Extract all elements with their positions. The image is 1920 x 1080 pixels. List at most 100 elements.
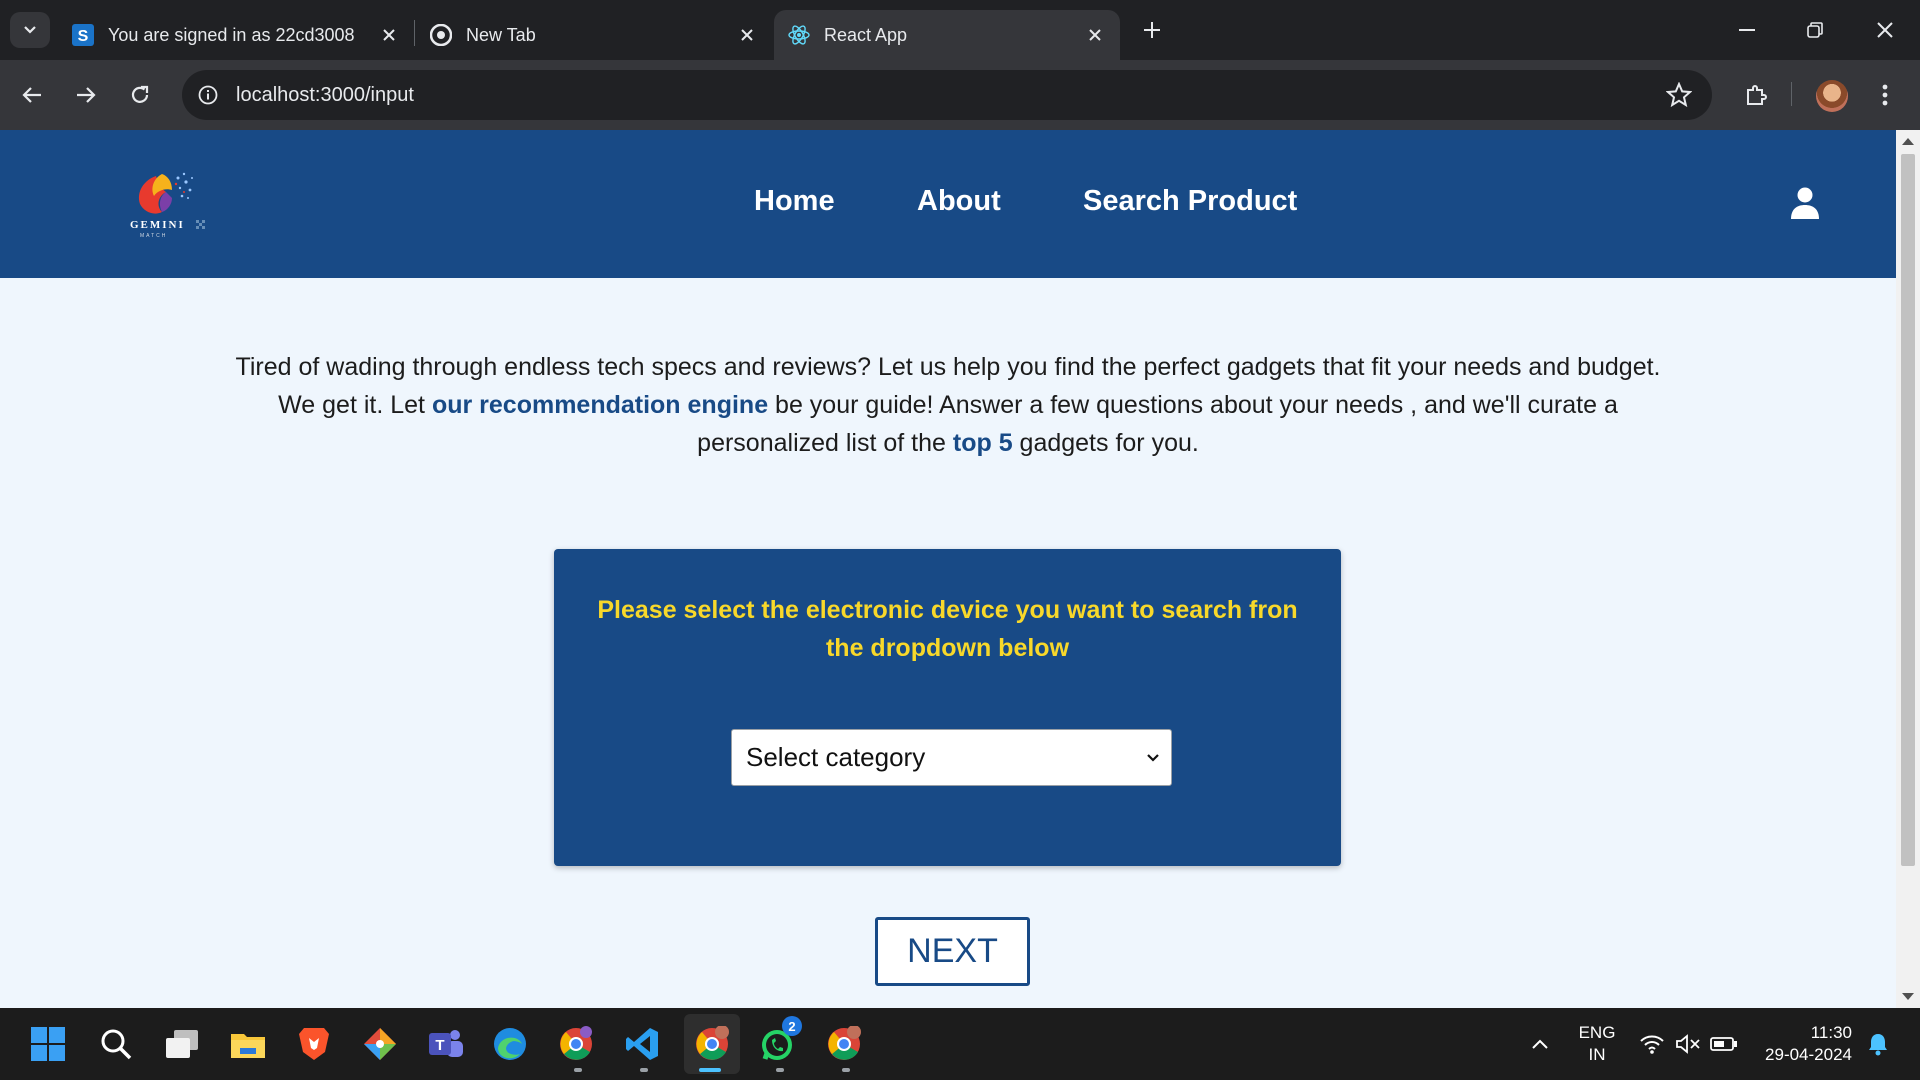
tab-title: You are signed in as 22cd3008 — [108, 24, 355, 45]
logo-subtext: MATCH — [140, 233, 167, 239]
chevron-up-icon[interactable] — [1520, 1024, 1560, 1064]
category-select-value: Select category — [746, 742, 926, 772]
vscode-icon[interactable] — [622, 1024, 662, 1064]
tab-title: New Tab — [466, 24, 536, 45]
category-card: Please select the electronic device you … — [554, 549, 1341, 866]
page-scrollbar[interactable] — [1896, 130, 1920, 1008]
browser-menu-button[interactable] — [1872, 77, 1898, 113]
nav-search-product[interactable]: Search Product — [1083, 185, 1297, 218]
profile-avatar[interactable] — [1816, 80, 1848, 112]
site-logo[interactable]: GEMINI MATCH — [126, 166, 216, 240]
react-favicon — [788, 24, 810, 46]
nav-home[interactable]: Home — [754, 185, 835, 218]
whatsapp-icon[interactable]: 2 — [758, 1016, 802, 1064]
clock-time: 11:30 — [1810, 1023, 1852, 1042]
puzzle-icon — [1747, 85, 1767, 105]
running-indicator — [776, 1068, 784, 1072]
reload-icon — [131, 85, 149, 103]
intro-text: be your guide! Answer a few questions ab… — [768, 391, 1618, 419]
task-view-icon[interactable] — [162, 1024, 202, 1064]
next-button[interactable]: NEXT — [875, 917, 1030, 986]
plus-icon — [1144, 22, 1160, 38]
notification-bell-icon[interactable] — [1858, 1024, 1898, 1064]
intro-highlight-engine: our recommendation engine — [431, 391, 769, 419]
close-window-button[interactable] — [1862, 12, 1908, 48]
whatsapp-badge: 2 — [782, 1016, 802, 1036]
teams-icon[interactable]: T — [426, 1024, 466, 1064]
svg-text:T: T — [435, 1037, 444, 1054]
chevron-down-icon — [1147, 754, 1159, 762]
reload-button[interactable] — [122, 77, 158, 113]
back-button[interactable] — [14, 77, 50, 113]
chrome-active-icon[interactable] — [692, 1024, 732, 1064]
tab-react-app[interactable]: React App — [774, 10, 1120, 60]
running-indicator — [842, 1068, 850, 1072]
category-select[interactable]: Select category — [731, 729, 1172, 786]
info-icon[interactable] — [196, 83, 220, 107]
clock[interactable]: 11:30 29-04-2024 — [1758, 1022, 1852, 1066]
arrow-left-icon — [22, 87, 41, 103]
chrome-favicon — [430, 24, 452, 46]
intro-line-3: personalized list of the top 5 gadgets f… — [180, 424, 1716, 462]
intro-text: personalized list of the — [697, 429, 953, 457]
tab-signed-in[interactable]: S You are signed in as 22cd3008 — [58, 10, 414, 60]
tab-search-button[interactable] — [10, 12, 50, 48]
search-icon[interactable] — [96, 1024, 136, 1064]
intro-line-1: Tired of wading through endless tech spe… — [235, 353, 1661, 381]
scroll-up-arrow-icon[interactable] — [1902, 138, 1914, 145]
tab-strip: S You are signed in as 22cd3008 New Tab … — [0, 0, 1920, 60]
forward-button[interactable] — [68, 77, 104, 113]
running-indicator — [640, 1068, 648, 1072]
toolbar-separator — [1791, 82, 1792, 106]
browser-toolbar: localhost:3000/input — [0, 60, 1920, 130]
arrow-right-icon — [77, 87, 96, 103]
tab-new-tab[interactable]: New Tab — [416, 10, 772, 60]
active-indicator — [699, 1068, 721, 1072]
site-header: GEMINI MATCH Home About Search Product — [0, 130, 1896, 278]
windows-start-icon[interactable] — [28, 1024, 68, 1064]
nav-about[interactable]: About — [917, 185, 1001, 218]
language-indicator[interactable]: ENG IN — [1574, 1022, 1620, 1066]
brave-browser-icon[interactable] — [294, 1024, 334, 1064]
wifi-icon[interactable] — [1632, 1024, 1672, 1064]
new-tab-button[interactable] — [1136, 14, 1168, 46]
chrome-profile-icon[interactable] — [556, 1024, 596, 1064]
minimize-icon — [1739, 29, 1755, 31]
card-prompt: Please select the electronic device you … — [597, 596, 1298, 662]
minimize-button[interactable] — [1724, 12, 1770, 48]
user-icon[interactable] — [1790, 187, 1820, 219]
logo-text: GEMINI — [130, 219, 185, 231]
extensions-button[interactable] — [1738, 77, 1774, 113]
close-icon — [1877, 22, 1893, 38]
close-icon[interactable] — [736, 24, 758, 46]
intro-text: We get it. Let — [278, 391, 432, 419]
git-tool-icon[interactable] — [360, 1024, 400, 1064]
intro-highlight-top5: top 5 — [952, 429, 1013, 457]
more-vertical-icon — [1882, 84, 1888, 106]
chrome-profile-2-icon[interactable] — [824, 1024, 864, 1064]
close-icon[interactable] — [378, 24, 400, 46]
intro-line-2: We get it. Let our recommendation engine… — [180, 386, 1716, 424]
bookmark-star-icon[interactable] — [1666, 82, 1692, 108]
s-favicon: S — [72, 24, 94, 46]
restore-icon — [1807, 22, 1823, 38]
tab-title: React App — [824, 24, 908, 45]
close-icon[interactable] — [1084, 24, 1106, 46]
restore-button[interactable] — [1792, 12, 1838, 48]
running-indicator — [574, 1068, 582, 1072]
edge-browser-icon[interactable] — [490, 1024, 530, 1064]
svg-text:S: S — [78, 28, 89, 45]
scroll-down-arrow-icon[interactable] — [1902, 993, 1914, 1000]
chevron-down-icon — [24, 26, 36, 34]
page-viewport: GEMINI MATCH Home About Search Product T… — [0, 130, 1896, 1008]
volume-muted-icon[interactable] — [1668, 1024, 1708, 1064]
intro-text: gadgets for you. — [1012, 429, 1199, 457]
intro-paragraph: Tired of wading through endless tech spe… — [180, 348, 1716, 462]
url-text[interactable]: localhost:3000/input — [236, 84, 414, 107]
clock-date: 29-04-2024 — [1765, 1045, 1852, 1064]
file-explorer-icon[interactable] — [228, 1024, 268, 1064]
language-line-2: IN — [1588, 1045, 1606, 1064]
battery-icon[interactable] — [1704, 1024, 1744, 1064]
scrollbar-thumb[interactable] — [1901, 154, 1915, 866]
address-bar[interactable]: localhost:3000/input — [182, 70, 1712, 120]
